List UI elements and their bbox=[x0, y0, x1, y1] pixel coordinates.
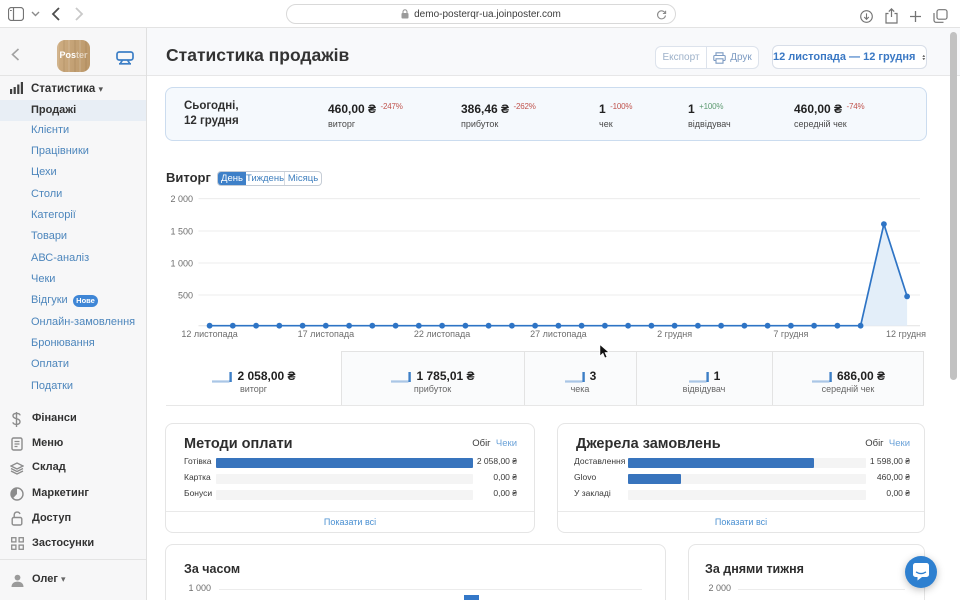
svg-text:500: 500 bbox=[178, 290, 193, 300]
svg-text:17 листопада: 17 листопада bbox=[298, 329, 354, 339]
svg-text:2 000: 2 000 bbox=[170, 194, 193, 204]
svg-text:2 грудня: 2 грудня bbox=[657, 329, 692, 339]
svg-text:12 листопада: 12 листопада bbox=[181, 329, 237, 339]
svg-text:12 грудня: 12 грудня bbox=[886, 329, 926, 339]
svg-text:27 листопада: 27 листопада bbox=[530, 329, 586, 339]
svg-text:1 000: 1 000 bbox=[170, 258, 193, 268]
svg-text:22 листопада: 22 листопада bbox=[414, 329, 470, 339]
svg-text:1 500: 1 500 bbox=[170, 226, 193, 236]
svg-text:7 грудня: 7 грудня bbox=[773, 329, 808, 339]
